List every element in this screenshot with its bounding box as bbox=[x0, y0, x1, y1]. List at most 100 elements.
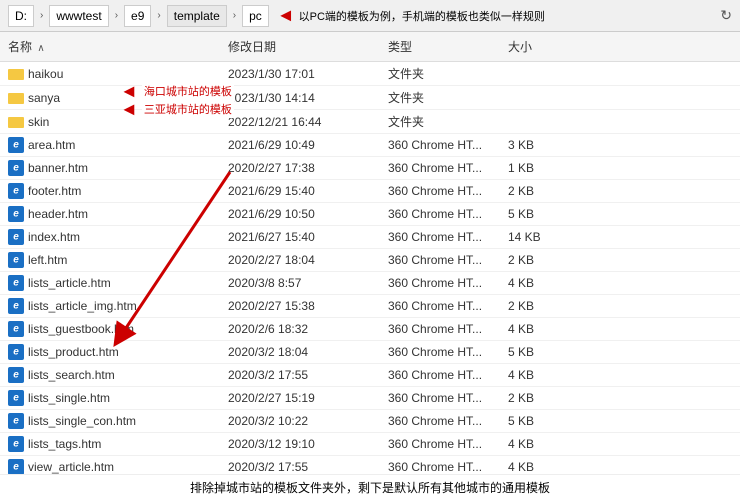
file-name-cell: lists_article.htm bbox=[0, 272, 220, 294]
file-size-cell: 3 KB bbox=[500, 134, 580, 156]
breadcrumb-pc[interactable]: pc bbox=[242, 5, 269, 27]
col-header-name[interactable]: 名称 ∧ bbox=[0, 36, 220, 57]
file-type-cell: 360 Chrome HT... bbox=[380, 364, 500, 386]
table-row[interactable]: sanya2023/1/30 14:14文件夹 bbox=[0, 86, 740, 110]
file-name-cell: footer.htm bbox=[0, 180, 220, 202]
file-size-cell: 1 KB bbox=[500, 157, 580, 179]
file-name-label: view_article.htm bbox=[28, 460, 114, 474]
breadcrumb-sep-3: › bbox=[157, 10, 160, 21]
table-row[interactable]: lists_single_con.htm2020/3/2 10:22360 Ch… bbox=[0, 410, 740, 433]
file-size-cell: 14 KB bbox=[500, 226, 580, 248]
file-type-cell: 文件夹 bbox=[380, 86, 500, 109]
col-header-type: 类型 bbox=[380, 36, 500, 57]
htm-icon bbox=[8, 137, 24, 153]
breadcrumb-template[interactable]: template bbox=[167, 5, 227, 27]
file-type-cell: 360 Chrome HT... bbox=[380, 180, 500, 202]
breadcrumb-wwwtest[interactable]: wwwtest bbox=[49, 5, 108, 27]
file-date-cell: 2022/12/21 16:44 bbox=[220, 110, 380, 133]
file-name-label: footer.htm bbox=[28, 184, 81, 198]
file-size-cell: 2 KB bbox=[500, 295, 580, 317]
file-date-cell: 2020/3/12 19:10 bbox=[220, 433, 380, 455]
htm-icon bbox=[8, 206, 24, 222]
file-name-cell: index.htm bbox=[0, 226, 220, 248]
file-name-label: index.htm bbox=[28, 230, 80, 244]
file-type-cell: 360 Chrome HT... bbox=[380, 203, 500, 225]
main-area: 名称 ∧ 修改日期 类型 大小 haikou2023/1/30 17:01文件夹… bbox=[0, 32, 740, 500]
htm-icon bbox=[8, 160, 24, 176]
file-name-cell: lists_product.htm bbox=[0, 341, 220, 363]
file-date-cell: 2020/2/6 18:32 bbox=[220, 318, 380, 340]
file-name-cell: lists_single.htm bbox=[0, 387, 220, 409]
address-annotation: 以PC端的模板为例，手机端的模板也类似一样规则 bbox=[299, 8, 545, 24]
htm-icon bbox=[8, 229, 24, 245]
file-name-cell: lists_search.htm bbox=[0, 364, 220, 386]
file-name-label: skin bbox=[28, 115, 49, 129]
file-name-cell: lists_single_con.htm bbox=[0, 410, 220, 432]
table-row[interactable]: header.htm2021/6/29 10:50360 Chrome HT..… bbox=[0, 203, 740, 226]
file-size-cell: 5 KB bbox=[500, 203, 580, 225]
table-row[interactable]: lists_search.htm2020/3/2 17:55360 Chrome… bbox=[0, 364, 740, 387]
file-size-cell bbox=[500, 110, 580, 133]
file-date-cell: 2020/3/8 8:57 bbox=[220, 272, 380, 294]
file-name-cell: header.htm bbox=[0, 203, 220, 225]
file-name-cell: lists_article_img.htm bbox=[0, 295, 220, 317]
file-date-cell: 2020/2/27 17:38 bbox=[220, 157, 380, 179]
file-name-label: lists_product.htm bbox=[28, 345, 119, 359]
col-header-size: 大小 bbox=[500, 36, 580, 57]
file-size-cell bbox=[500, 86, 580, 109]
htm-icon bbox=[8, 344, 24, 360]
file-size-cell: 2 KB bbox=[500, 249, 580, 271]
window: D: › wwwtest › e9 › template › pc ◄ 以PC端… bbox=[0, 0, 740, 500]
table-row[interactable]: lists_single.htm2020/2/27 15:19360 Chrom… bbox=[0, 387, 740, 410]
file-name-label: lists_tags.htm bbox=[28, 437, 101, 451]
file-type-cell: 360 Chrome HT... bbox=[380, 134, 500, 156]
file-type-cell: 文件夹 bbox=[380, 62, 500, 85]
file-type-cell: 360 Chrome HT... bbox=[380, 295, 500, 317]
htm-icon bbox=[8, 252, 24, 268]
table-row[interactable]: lists_article.htm2020/3/8 8:57360 Chrome… bbox=[0, 272, 740, 295]
file-date-cell: 2020/2/27 18:04 bbox=[220, 249, 380, 271]
col-header-date: 修改日期 bbox=[220, 36, 380, 57]
file-date-cell: 2023/1/30 17:01 bbox=[220, 62, 380, 85]
refresh-button[interactable]: ↻ bbox=[720, 7, 732, 24]
file-date-cell: 2021/6/29 10:49 bbox=[220, 134, 380, 156]
file-name-cell: lists_tags.htm bbox=[0, 433, 220, 455]
file-type-cell: 360 Chrome HT... bbox=[380, 387, 500, 409]
file-date-cell: 2023/1/30 14:14 bbox=[220, 86, 380, 109]
table-row[interactable]: lists_tags.htm2020/3/12 19:10360 Chrome … bbox=[0, 433, 740, 456]
file-name-cell: banner.htm bbox=[0, 157, 220, 179]
htm-icon bbox=[8, 183, 24, 199]
table-row[interactable]: left.htm2020/2/27 18:04360 Chrome HT...2… bbox=[0, 249, 740, 272]
breadcrumb-sep-2: › bbox=[115, 10, 118, 21]
table-row[interactable]: lists_product.htm2020/3/2 18:04360 Chrom… bbox=[0, 341, 740, 364]
table-row[interactable]: banner.htm2020/2/27 17:38360 Chrome HT..… bbox=[0, 157, 740, 180]
breadcrumb-e9[interactable]: e9 bbox=[124, 5, 151, 27]
htm-icon bbox=[8, 298, 24, 314]
file-type-cell: 360 Chrome HT... bbox=[380, 318, 500, 340]
breadcrumb-d[interactable]: D: bbox=[8, 5, 34, 27]
htm-icon bbox=[8, 390, 24, 406]
file-name-label: lists_search.htm bbox=[28, 368, 115, 382]
breadcrumb-sep-4: › bbox=[233, 10, 236, 21]
table-row[interactable]: lists_guestbook.htm2020/2/6 18:32360 Chr… bbox=[0, 318, 740, 341]
htm-icon bbox=[8, 436, 24, 452]
file-date-cell: 2020/2/27 15:19 bbox=[220, 387, 380, 409]
table-row[interactable]: skin2022/12/21 16:44文件夹 bbox=[0, 110, 740, 134]
htm-icon bbox=[8, 275, 24, 291]
file-name-cell: sanya bbox=[0, 86, 220, 109]
file-size-cell: 2 KB bbox=[500, 387, 580, 409]
file-size-cell: 4 KB bbox=[500, 433, 580, 455]
table-row[interactable]: lists_article_img.htm2020/2/27 15:38360 … bbox=[0, 295, 740, 318]
table-row[interactable]: haikou2023/1/30 17:01文件夹 bbox=[0, 62, 740, 86]
table-header: 名称 ∧ 修改日期 类型 大小 bbox=[0, 32, 740, 62]
table-row[interactable]: index.htm2021/6/27 15:40360 Chrome HT...… bbox=[0, 226, 740, 249]
breadcrumb-sep-1: › bbox=[40, 10, 43, 21]
file-type-cell: 360 Chrome HT... bbox=[380, 226, 500, 248]
folder-icon bbox=[8, 90, 24, 106]
file-size-cell: 4 KB bbox=[500, 364, 580, 386]
file-name-cell: skin bbox=[0, 110, 220, 133]
table-row[interactable]: footer.htm 2021/6/29 15:40360 Chrome HT..… bbox=[0, 180, 740, 203]
content-wrapper: 名称 ∧ 修改日期 类型 大小 haikou2023/1/30 17:01文件夹… bbox=[0, 32, 740, 500]
table-row[interactable]: area.htm2021/6/29 10:49360 Chrome HT...3… bbox=[0, 134, 740, 157]
file-date-cell: 2021/6/29 15:40 bbox=[220, 180, 380, 202]
